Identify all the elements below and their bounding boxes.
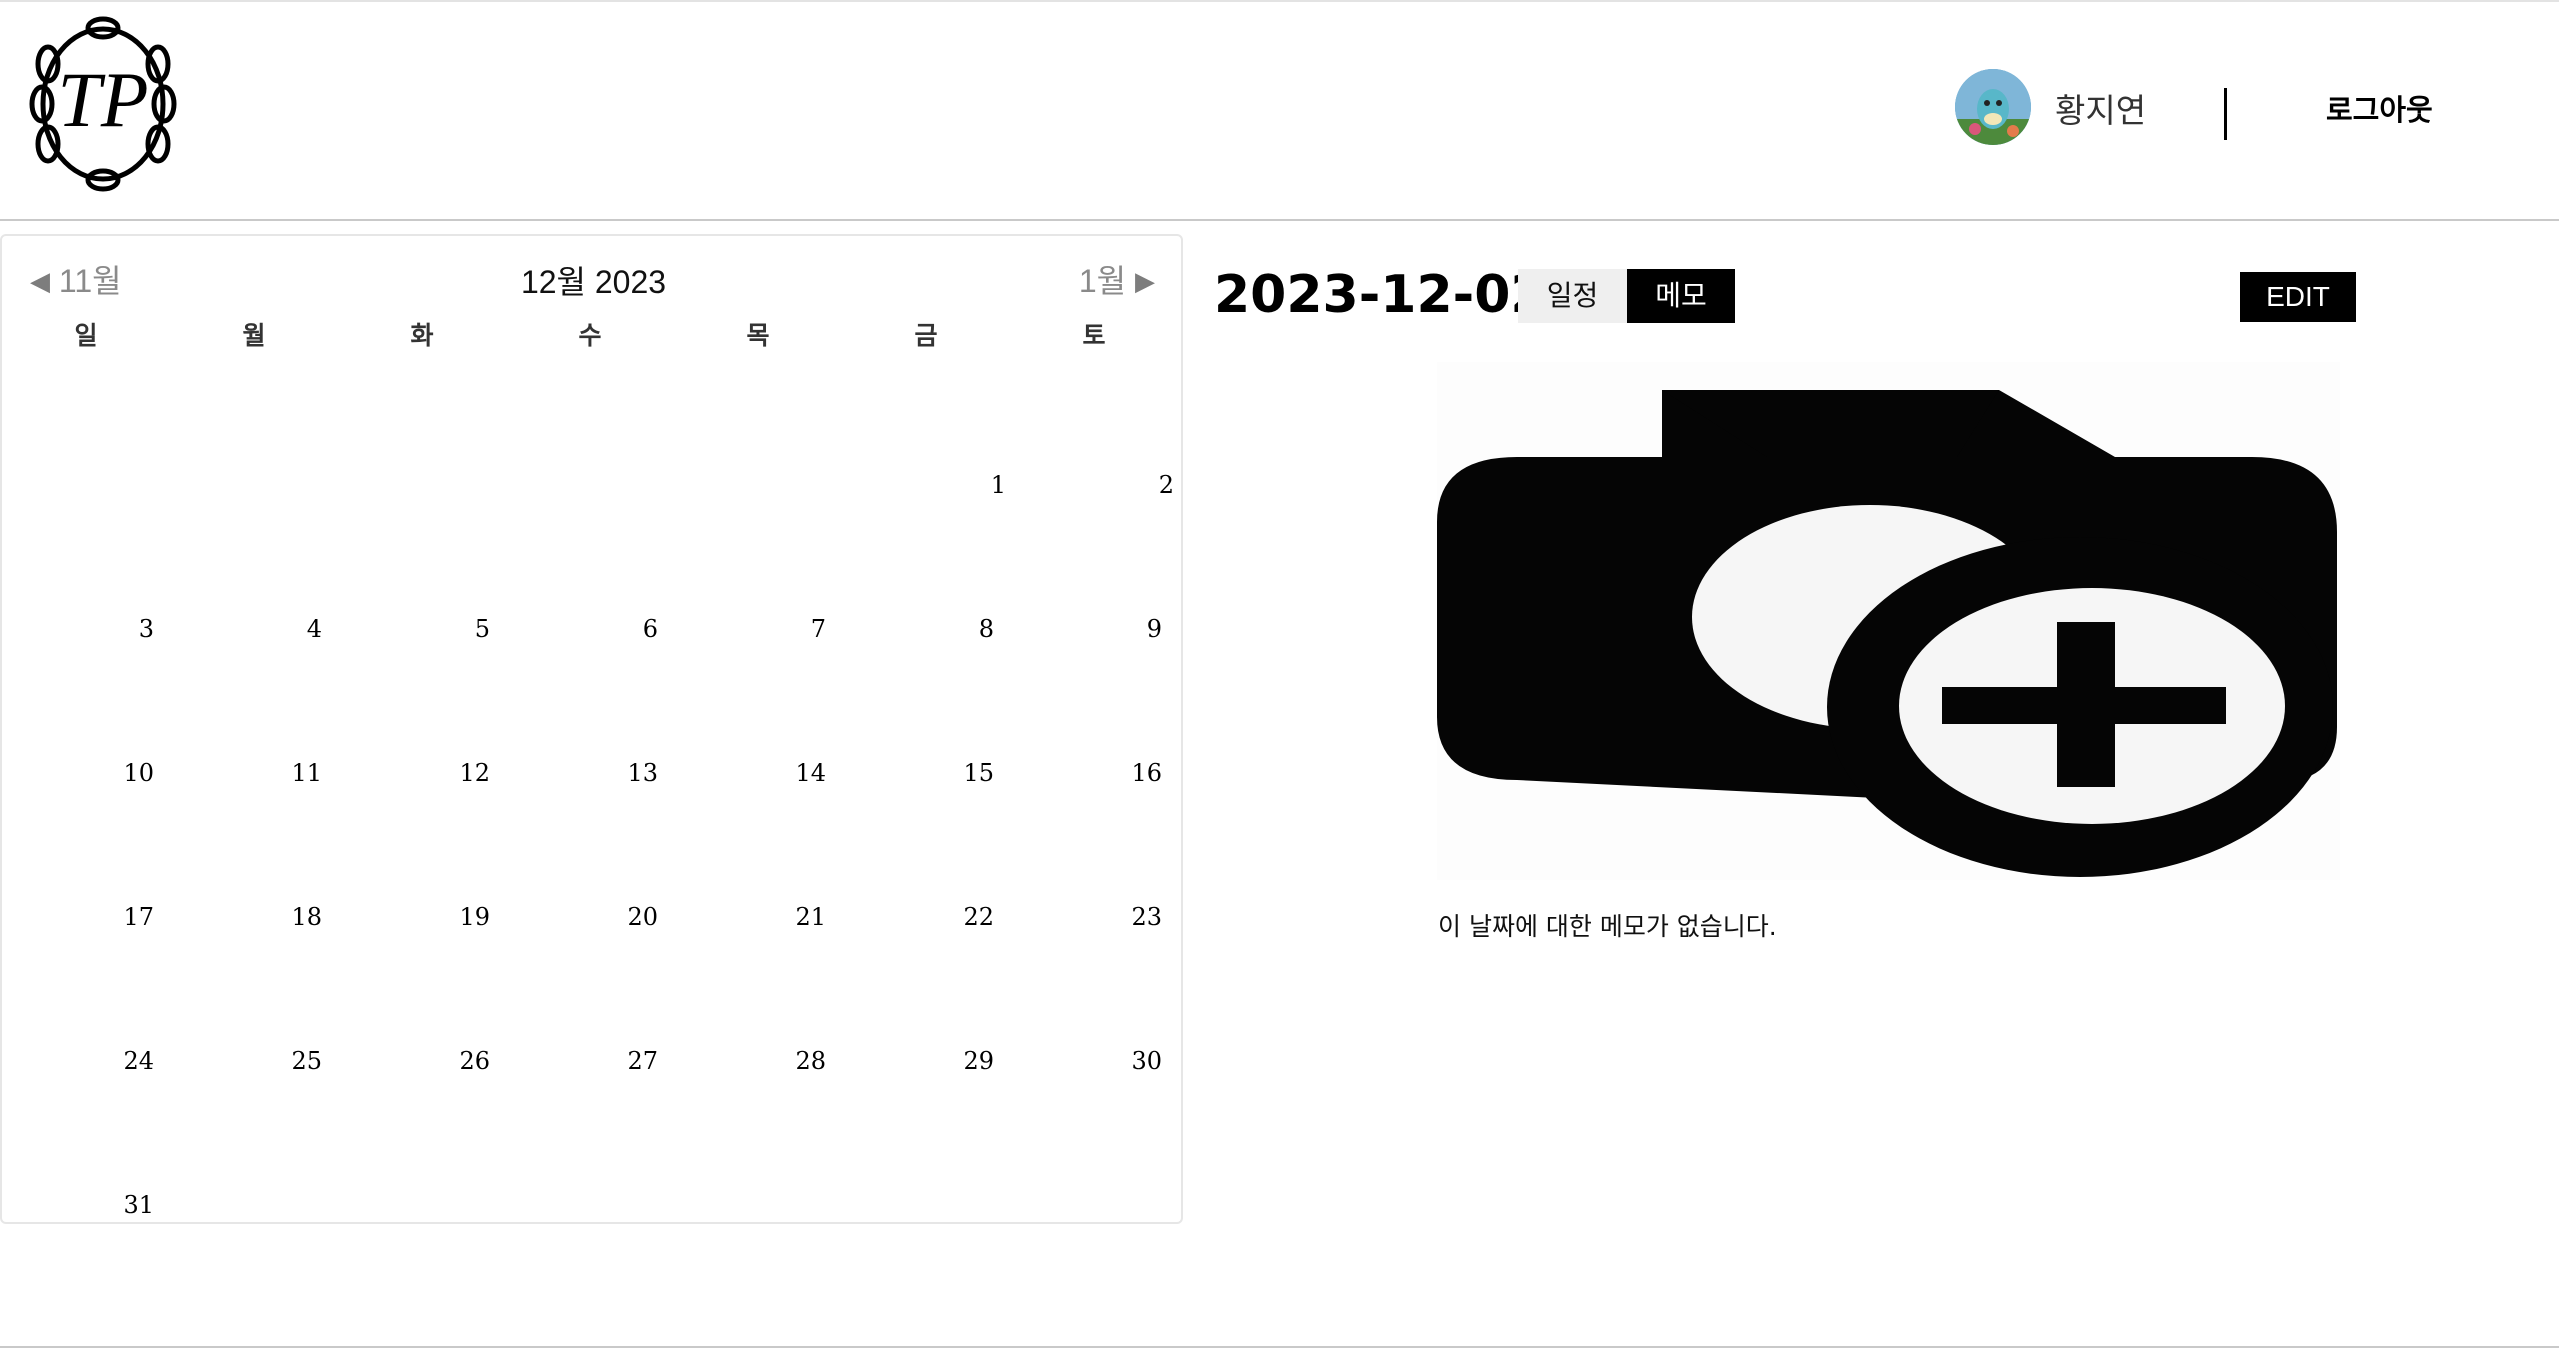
day-cell[interactable]: 3 <box>2 615 154 643</box>
day-cell[interactable]: 29 <box>826 1047 994 1075</box>
header-bottom-border <box>0 219 2559 221</box>
next-month-button[interactable]: 1월 ▶ <box>1079 256 1155 302</box>
triangle-right-icon: ▶ <box>1135 266 1155 296</box>
logout-button[interactable]: 로그아웃 <box>2326 87 2433 129</box>
day-cell[interactable]: 20 <box>490 903 658 931</box>
edit-button[interactable]: EDIT <box>2240 272 2356 322</box>
day-cell[interactable]: 19 <box>322 903 490 931</box>
day-cell[interactable]: 28 <box>658 1047 826 1075</box>
day-cell[interactable]: 7 <box>658 615 826 643</box>
calendar: ◀ 11월 12월 2023 1월 ▶ 일 월 화 수 목 금 토 1 2 3 … <box>0 234 1183 1224</box>
day-cell[interactable]: 6 <box>490 615 658 643</box>
weekday-thu: 목 <box>746 321 770 350</box>
header: TP 황지연 로그아웃 <box>0 2 2559 220</box>
add-photo-icon <box>1437 390 2337 877</box>
bottom-border <box>0 1346 2559 1348</box>
add-photo-button[interactable] <box>1437 362 2340 880</box>
day-cell[interactable]: 5 <box>322 615 490 643</box>
logo[interactable]: TP <box>28 14 178 194</box>
day-cell[interactable]: 16 <box>994 759 1162 787</box>
weekday-mon: 월 <box>242 321 266 350</box>
day-cell[interactable]: 12 <box>322 759 490 787</box>
day-cell[interactable]: 18 <box>154 903 322 931</box>
day-cell[interactable]: 13 <box>490 759 658 787</box>
day-cell[interactable]: 27 <box>490 1047 658 1075</box>
day-cell[interactable]: 21 <box>658 903 826 931</box>
weekday-fri: 금 <box>914 321 938 350</box>
day-cell[interactable]: 14 <box>658 759 826 787</box>
day-cell[interactable]: 17 <box>2 903 154 931</box>
avatar-image <box>1955 69 2031 145</box>
next-month-label: 1월 <box>1078 263 1127 299</box>
user-name: 황지연 <box>2055 91 2147 130</box>
weekday-header: 일 월 화 수 목 금 토 <box>2 316 1181 356</box>
weekday-wed: 수 <box>578 321 602 350</box>
day-cell[interactable]: 10 <box>2 759 154 787</box>
day-cell[interactable]: 30 <box>994 1047 1162 1075</box>
header-divider <box>2224 88 2227 140</box>
day-cell[interactable]: 8 <box>826 615 994 643</box>
day-cell-selected[interactable]: 2 <box>1006 471 1174 499</box>
day-cell[interactable]: 24 <box>2 1047 154 1075</box>
tab-schedule[interactable]: 일정 <box>1518 269 1627 323</box>
calendar-title: 12월 2023 <box>520 264 667 300</box>
day-cell[interactable]: 4 <box>154 615 322 643</box>
day-cell[interactable]: 15 <box>826 759 994 787</box>
day-cell[interactable]: 11 <box>154 759 322 787</box>
day-cell[interactable]: 25 <box>154 1047 322 1075</box>
day-cell[interactable]: 31 <box>2 1191 154 1219</box>
day-cell[interactable]: 23 <box>994 903 1162 931</box>
avatar[interactable] <box>1955 69 2031 145</box>
selected-date: 2023-12-02 <box>1214 265 1547 325</box>
empty-memo-message: 이 날짜에 대한 메모가 없습니다. <box>1438 912 1777 941</box>
weekday-sat: 토 <box>1082 321 1106 350</box>
tab-memo[interactable]: 메모 <box>1627 269 1735 323</box>
day-cell[interactable]: 9 <box>994 615 1162 643</box>
weekday-tue: 화 <box>410 321 434 350</box>
weekday-sun: 일 <box>74 321 98 350</box>
logo-text: TP <box>57 56 148 143</box>
day-cell[interactable]: 22 <box>826 903 994 931</box>
day-cell[interactable]: 1 <box>838 471 1006 499</box>
day-cell[interactable]: 26 <box>322 1047 490 1075</box>
